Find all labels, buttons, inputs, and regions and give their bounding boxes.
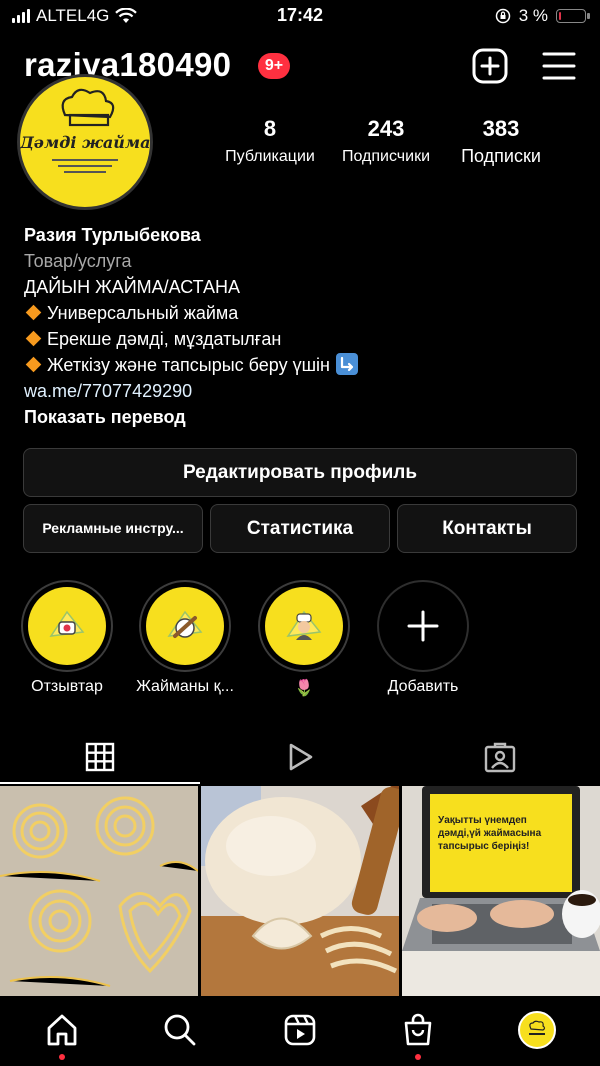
stat-posts-label: Публикации xyxy=(225,148,315,165)
search-icon xyxy=(164,1014,196,1046)
chef-hat-logo: Дәмді жайма xyxy=(20,88,150,173)
highlight-tulip[interactable]: 🌷 xyxy=(258,580,350,698)
ad-tools-label: Рекламные инстру... xyxy=(42,520,184,536)
bottom-navigation xyxy=(0,996,600,1066)
bio-line: Универсальный жайма xyxy=(24,300,584,326)
stat-following[interactable]: 383 Подписки xyxy=(446,116,556,167)
highlight-rolling[interactable]: Жайманы қ... xyxy=(136,580,234,696)
bio-line: ДАЙЫН ЖАЙМА/АСТАНА xyxy=(24,277,241,297)
reels-icon xyxy=(284,1014,316,1046)
active-tab-indicator xyxy=(0,782,200,784)
bio-line: Жеткізу және тапсырыс беру үшін xyxy=(24,352,584,378)
edit-profile-label: Редактировать профиль xyxy=(182,462,418,483)
highlight-label: Добавить xyxy=(387,678,459,695)
full-name: Разия Турлыбекова xyxy=(24,225,201,245)
camera-sticker-icon xyxy=(49,610,85,637)
stat-following-count: 383 xyxy=(482,116,520,141)
highlight-label: Жайманы қ... xyxy=(136,678,234,695)
stat-followers[interactable]: 243 Подписчики xyxy=(328,116,444,166)
nav-profile[interactable] xyxy=(517,1010,557,1050)
edit-profile-button[interactable]: Редактировать профиль xyxy=(23,448,577,497)
profile-avatar-icon xyxy=(518,1011,556,1049)
whatsapp-link[interactable]: wa.me/77077429290 xyxy=(24,378,584,404)
profile-tabs xyxy=(0,730,600,784)
reels-play-icon xyxy=(289,743,313,771)
ad-tools-button[interactable]: Рекламные инстру... xyxy=(23,504,203,553)
orientation-lock-icon xyxy=(495,8,510,24)
chef-woman-icon xyxy=(286,610,322,640)
insights-button[interactable]: Статистика xyxy=(210,504,390,553)
show-translation-link[interactable]: Показать перевод xyxy=(24,404,584,430)
dough-image xyxy=(201,786,399,996)
highlight-reviews[interactable]: Отзывтар xyxy=(21,580,113,696)
tab-grid[interactable] xyxy=(0,730,200,784)
insights-label: Статистика xyxy=(246,518,354,539)
nav-home[interactable] xyxy=(42,1010,82,1050)
nav-shop[interactable] xyxy=(398,1010,438,1050)
home-notification-dot xyxy=(59,1054,65,1060)
stat-followers-count: 243 xyxy=(367,116,405,141)
tab-reels[interactable] xyxy=(200,730,400,784)
profile-bio: Разия Турлыбекова Товар/услуга ДАЙЫН ЖАЙ… xyxy=(24,222,584,430)
logo-text: Дәмді жайма xyxy=(20,133,150,152)
noodle-image xyxy=(0,786,198,996)
posts-grid: Уақытты үнемдеп дәмді,үй жаймасына тапсы… xyxy=(0,786,600,996)
promo-text: Уақытты үнемдеп дәмді,үй жаймасына тапсы… xyxy=(438,815,542,852)
stat-following-label: Подписки xyxy=(461,146,541,166)
orange-diamond-icon xyxy=(25,356,42,373)
post-noodle-nests[interactable] xyxy=(0,786,198,996)
notification-badge[interactable]: 9+ xyxy=(258,53,290,79)
new-post-plus-icon[interactable] xyxy=(472,48,508,84)
nav-reels[interactable] xyxy=(280,1010,320,1050)
contacts-label: Контакты xyxy=(442,518,532,539)
battery-icon xyxy=(556,9,590,23)
orange-diamond-icon xyxy=(25,330,42,347)
stat-posts[interactable]: 8 Публикации xyxy=(212,116,328,166)
home-icon xyxy=(47,1014,77,1046)
arrow-down-right-icon xyxy=(335,353,358,375)
plus-icon xyxy=(407,610,439,642)
post-dough[interactable] xyxy=(201,786,399,996)
hamburger-menu-icon[interactable] xyxy=(542,50,576,82)
highlight-label: Отзывтар xyxy=(31,678,103,695)
highlight-add[interactable]: Добавить xyxy=(377,580,469,696)
post-laptop-promo[interactable]: Уақытты үнемдеп дәмді,үй жаймасына тапсы… xyxy=(402,786,600,996)
battery-percent: 3 % xyxy=(518,6,548,25)
shop-notification-dot xyxy=(415,1054,421,1060)
status-bar: ALTEL4G 17:42 3 % xyxy=(0,0,600,32)
grid-icon xyxy=(85,742,115,772)
orange-diamond-icon xyxy=(25,304,42,321)
tab-tagged[interactable] xyxy=(400,730,600,784)
tagged-person-icon xyxy=(484,742,516,773)
category-label: Товар/услуга xyxy=(24,251,132,271)
username-switcher[interactable]: raziya180490 xyxy=(24,46,231,84)
contacts-button[interactable]: Контакты xyxy=(397,504,577,553)
stat-posts-count: 8 xyxy=(263,116,277,141)
profile-avatar[interactable]: Дәмді жайма xyxy=(17,74,153,210)
rolling-pin-icon xyxy=(167,610,203,638)
stat-followers-label: Подписчики xyxy=(341,148,430,165)
nav-search[interactable] xyxy=(160,1010,200,1050)
bio-line: Ерекше дәмді, мұздатылған xyxy=(24,326,584,352)
shopping-bag-icon xyxy=(404,1013,432,1046)
highlight-label: 🌷 xyxy=(294,680,314,697)
